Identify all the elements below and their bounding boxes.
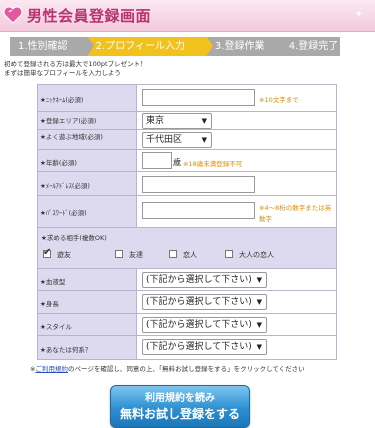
chevron-down-icon: ▼ (256, 321, 262, 329)
email-input[interactable] (142, 176, 255, 193)
sparkle-icon: ✦ (354, 9, 363, 20)
free-trial-register-button[interactable]: 利用規約を読み 無料お試し登録をする (110, 385, 250, 428)
style-row: ★スタイル (下記から選択して下さい) ▼ (37, 314, 337, 336)
type-select[interactable]: (下記から選択して下さい) ▼ (142, 339, 267, 355)
partner-option-asobitomo[interactable]: 遊友 (43, 247, 71, 260)
height-select[interactable]: (下記から選択して下さい) ▼ (142, 294, 267, 310)
nickname-note: ※10文字まで (259, 96, 299, 104)
page-title: 男性会員登録画面 (27, 7, 152, 25)
area-select[interactable]: 東京 ▼ (142, 113, 212, 129)
type-row: ★あなたは何系？ (下記から選択して下さい) ▼ (37, 336, 337, 360)
heart-icon (3, 6, 23, 24)
page-header: 男性会員登録画面 ✦ (0, 0, 375, 32)
password-label: ★ﾊﾟｽﾜｰﾄﾞ(必須) (37, 196, 137, 227)
email-row: ★ﾒｰﾙｱﾄﾞﾚｽ(必須) (37, 172, 337, 196)
age-label: ★年齢(必須) (37, 150, 137, 171)
city-label: ★よく遊ぶ地域(必須) (37, 130, 137, 149)
chevron-down-icon: ▼ (256, 276, 262, 284)
step-1: 1.性別確認 (10, 37, 94, 56)
terms-link[interactable]: ご利用規約 (35, 365, 68, 373)
step-4: 4.登録完了 (280, 37, 340, 56)
type-label: ★あなたは何系？ (37, 336, 137, 359)
cta-line-2: 無料お試し登録をする (119, 407, 240, 421)
checkbox[interactable] (225, 250, 233, 258)
checkbox[interactable] (115, 250, 123, 258)
partner-row: ★求める相手(複数OK) 遊友 友達 恋人 大人の恋人 (37, 228, 337, 269)
partner-option-adult-lover[interactable]: 大人の恋人 (225, 250, 274, 260)
partner-option-lover[interactable]: 恋人 (169, 250, 197, 260)
age-row: ★年齢(必須) 歳 ※18歳未満登録不可 (37, 150, 337, 172)
style-select[interactable]: (下記から選択して下さい) ▼ (142, 317, 267, 333)
height-label: ★身長 (37, 291, 137, 313)
blood-row: ★血液型 (下記から選択して下さい) ▼ (37, 269, 337, 291)
password-row: ★ﾊﾟｽﾜｰﾄﾞ(必須) ※4〜8桁の数字または英数字 (37, 196, 337, 228)
area-label: ★登録エリア(必須) (37, 112, 137, 129)
nickname-label: ★ﾆｯｸﾈｰﾑ(必須) (37, 84, 137, 111)
step-2-active: 2.プロフィール入力 (87, 37, 213, 56)
intro-line-1: 初めて登録される方は最大で100ptプレゼント！ (4, 60, 147, 68)
age-unit: 歳 (173, 158, 181, 167)
nickname-row: ★ﾆｯｸﾈｰﾑ(必須) ※10文字まで (37, 84, 337, 112)
partner-option-friend[interactable]: 友達 (115, 250, 143, 260)
intro-line-2: まずは簡単なプロフィールを入力しよう (4, 68, 121, 77)
step-3: 3.登録作業 (206, 37, 287, 56)
style-label: ★スタイル (37, 314, 137, 335)
age-input[interactable] (142, 152, 172, 169)
progress-steps: 1.性別確認 2.プロフィール入力 3.登録作業 4.登録完了 (10, 37, 340, 56)
city-row: ★よく遊ぶ地域(必須) 千代田区 ▼ (37, 130, 337, 150)
password-note: ※4〜8桁の数字または英数字 (259, 204, 332, 223)
cta-line-1: 利用規約を読み (145, 393, 215, 404)
area-row: ★登録エリア(必須) 東京 ▼ (37, 112, 337, 130)
checkbox[interactable] (43, 247, 51, 258)
partner-label: ★求める相手(複数OK) (41, 234, 107, 242)
height-row: ★身長 (下記から選択して下さい) ▼ (37, 291, 337, 314)
email-label: ★ﾒｰﾙｱﾄﾞﾚｽ(必須) (37, 172, 137, 195)
city-select[interactable]: 千代田区 ▼ (142, 132, 212, 148)
checkbox[interactable] (169, 250, 177, 258)
blood-select[interactable]: (下記から選択して下さい) ▼ (142, 272, 267, 288)
terms-notice: ※ご利用規約のページを確認し、同意の上、「無料お試し登録をする」をクリックしてく… (30, 365, 305, 373)
nickname-input[interactable] (142, 89, 255, 106)
chevron-down-icon: ▼ (201, 136, 207, 144)
intro-text: 初めて登録される方は最大で100ptプレゼント！ まずは簡単なプロフィールを入力… (4, 60, 147, 77)
age-note: ※18歳未満登録不可 (183, 160, 243, 168)
chevron-down-icon: ▼ (256, 343, 262, 351)
blood-label: ★血液型 (37, 269, 137, 290)
chevron-down-icon: ▼ (256, 298, 262, 306)
chevron-down-icon: ▼ (201, 117, 207, 125)
